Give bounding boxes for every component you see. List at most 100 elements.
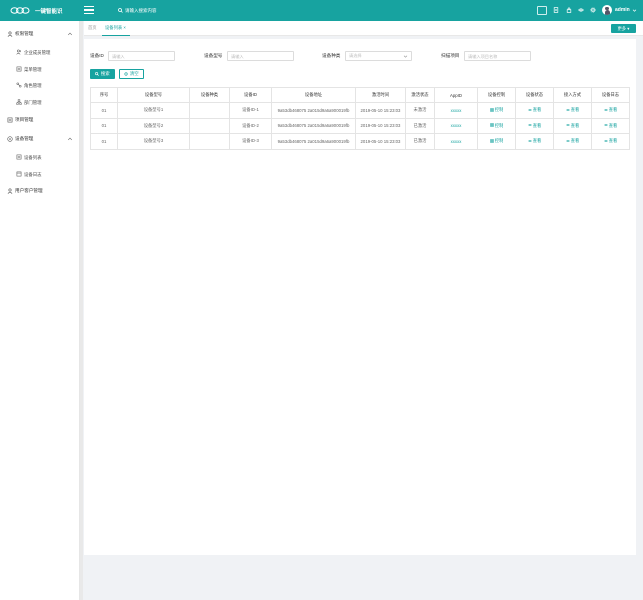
cell-status: 已激活 (405, 133, 435, 150)
project-icon (7, 117, 13, 123)
brand-logo[interactable]: 一键智能识 (10, 5, 63, 16)
column-header: 设备型号 (117, 87, 190, 103)
sidebar-group-label: 权限管理 (15, 31, 34, 36)
view-link-label: 查看 (608, 107, 618, 113)
access-view-link[interactable]: 查看 (553, 102, 592, 119)
grid-icon (489, 139, 494, 143)
user-avatar[interactable] (602, 5, 612, 15)
sidebar-group-customers[interactable]: 用户客户管理 (0, 185, 80, 197)
device-model-input[interactable] (227, 51, 294, 61)
tab-home[interactable]: 首页 (88, 25, 97, 31)
status-view-link[interactable]: 查看 (515, 117, 554, 134)
tab-label: 设备列表 (105, 25, 123, 30)
table-header-row: 序号 设备型号 设备种类 设备ID 设备地址 激活时间 激活状态 AppID 设… (90, 87, 630, 103)
device-type-label: 设备种类 (322, 53, 341, 58)
close-icon[interactable]: × (123, 25, 126, 30)
access-view-link[interactable]: 查看 (553, 117, 592, 134)
sidebar-item-label: 菜单管理 (24, 66, 42, 72)
cell-no: 01 (90, 133, 118, 150)
access-view-link[interactable]: 查看 (553, 133, 592, 150)
eye-icon (527, 139, 532, 142)
column-header: AppID (434, 87, 478, 103)
chevron-down-icon (403, 55, 408, 58)
status-view-link[interactable]: 查看 (515, 102, 554, 119)
cell-time: 2019-05-10 15:23:03 (355, 102, 406, 119)
more-button-label: 更多 (617, 26, 627, 31)
user-icon (7, 31, 13, 37)
sidebar-item-departments[interactable]: 部门管理 (0, 96, 80, 108)
sidebar-item-members[interactable]: 企业成员管理 (0, 46, 80, 58)
sidebar: 权限管理 企业成员管理 菜单管理 角色管理 部门管理 项目管理 设备管理 设备列… (0, 21, 80, 600)
search-button[interactable]: 搜索 (90, 69, 115, 79)
clear-button-label: 清空 (129, 71, 139, 76)
log-view-link[interactable]: 查看 (591, 133, 630, 150)
sidebar-group-label: 项目管理 (15, 117, 34, 122)
lock-icon[interactable] (566, 7, 572, 13)
sidebar-group-label: 用户客户管理 (15, 188, 43, 193)
column-header: 设备地址 (271, 87, 356, 103)
tab-device-list[interactable]: 设备列表 × (105, 25, 126, 31)
device-icon (7, 136, 13, 142)
cell-model: 设备型号1 (117, 102, 190, 119)
brand-name: 一键智能识 (35, 8, 63, 15)
active-tab-indicator (102, 34, 130, 36)
settings-icon[interactable] (590, 7, 596, 13)
cell-model: 设备型号2 (117, 117, 190, 134)
sidebar-item-roles[interactable]: 角色管理 (0, 79, 80, 91)
user-icon (7, 188, 13, 194)
grid-icon (489, 123, 494, 128)
control-link[interactable]: 控制 (477, 117, 516, 134)
device-model-label: 设备型号 (204, 53, 223, 58)
view-link-label: 查看 (570, 107, 580, 113)
global-search (118, 6, 205, 15)
sidebar-group-projects[interactable]: 项目管理 (0, 114, 80, 126)
sidebar-item-label: 部门管理 (24, 99, 42, 105)
view-link-label: 查看 (570, 122, 580, 128)
cell-no: 01 (90, 117, 118, 134)
cell-type (189, 117, 230, 134)
scan-project-input[interactable] (464, 51, 531, 61)
eye-icon (603, 108, 608, 111)
sidebar-item-device-list[interactable]: 设备列表 (0, 151, 80, 163)
column-header: 序号 (90, 87, 118, 103)
eye-icon (603, 139, 608, 142)
eye-icon (527, 108, 532, 111)
view-link-label: 查看 (532, 107, 542, 113)
control-link[interactable]: 控制 (477, 133, 516, 150)
device-id-label: 设备ID (90, 53, 104, 58)
status-view-link[interactable]: 查看 (515, 133, 554, 150)
grid-icon (489, 108, 494, 112)
search-icon (95, 72, 100, 76)
menu-toggle-icon[interactable] (84, 6, 94, 14)
eye-icon (565, 108, 570, 111)
log-view-link[interactable]: 查看 (591, 117, 630, 134)
menu-icon (16, 66, 22, 72)
sidebar-group-devices[interactable]: 设备管理 (0, 133, 80, 145)
eye-icon (603, 124, 608, 127)
sidebar-group-permissions[interactable]: 权限管理 (0, 28, 80, 40)
cell-appid[interactable]: xxxxx (434, 117, 478, 134)
chevron-down-icon[interactable] (632, 8, 637, 13)
device-id-input[interactable] (108, 51, 175, 61)
user-name[interactable]: admin (615, 7, 630, 13)
cell-time: 2019-05-10 15:23:03 (355, 117, 406, 134)
more-button[interactable]: 更多 ▾ (611, 24, 636, 33)
control-link[interactable]: 控制 (477, 102, 516, 119)
sidebar-item-menu[interactable]: 菜单管理 (0, 63, 80, 75)
eye-icon[interactable] (578, 7, 584, 13)
document-icon[interactable] (553, 7, 559, 13)
clear-button[interactable]: 清空 (119, 69, 144, 79)
sidebar-item-device-log[interactable]: 设备日志 (0, 168, 80, 180)
tab-bar: 首页 设备列表 × (84, 21, 643, 36)
device-type-select[interactable]: 请选择 (345, 51, 412, 61)
cell-id: 设备ID-1 (229, 102, 272, 119)
cell-status: 已激活 (405, 117, 435, 134)
top-header: 一键智能识 admin (0, 0, 643, 21)
header-square-button[interactable] (537, 6, 547, 15)
cell-appid[interactable]: xxxxx (434, 102, 478, 119)
cell-time: 2019-05-10 15:23:03 (355, 133, 406, 150)
log-view-link[interactable]: 查看 (591, 102, 630, 119)
cell-appid[interactable]: xxxxx (434, 133, 478, 150)
search-input[interactable] (125, 8, 205, 13)
sidebar-scrollbar[interactable] (80, 21, 83, 600)
